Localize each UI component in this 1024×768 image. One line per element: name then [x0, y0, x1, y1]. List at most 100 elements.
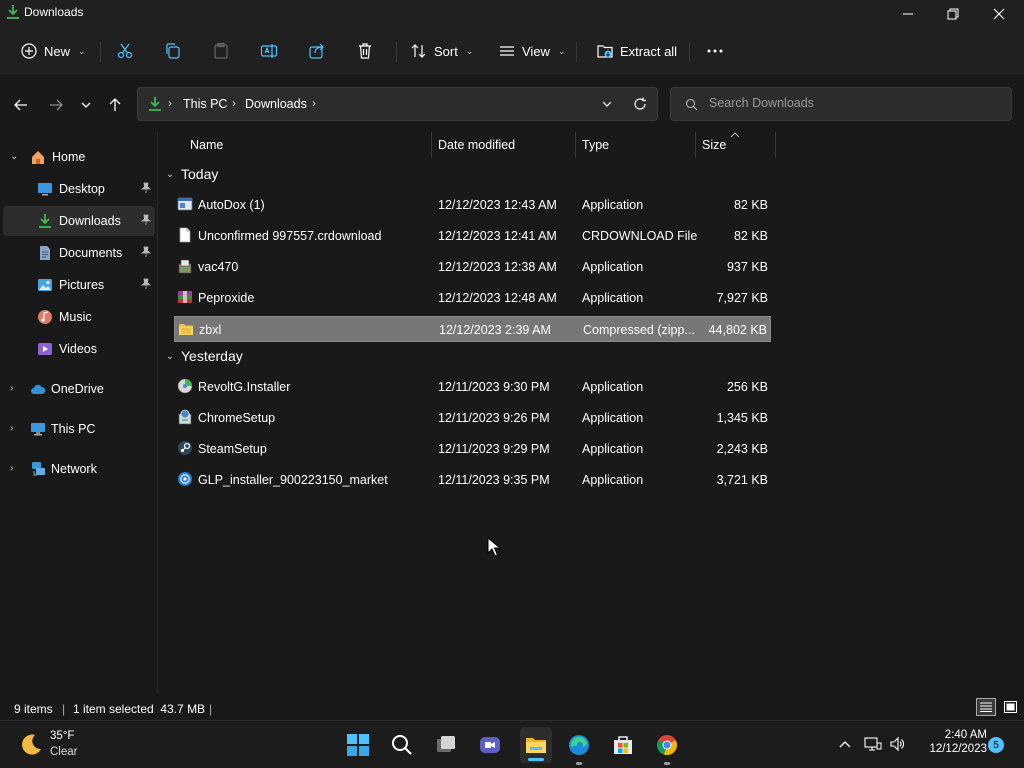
details-view-button[interactable] [976, 698, 996, 716]
minimize-icon [903, 13, 913, 15]
close-icon [993, 8, 1005, 20]
file-date: 12/11/2023 9:26 PM [438, 411, 550, 425]
running-indicator [576, 762, 582, 765]
file-size: 82 KB [733, 198, 768, 212]
app-window-icon [177, 197, 193, 211]
column-header-name[interactable]: Name [190, 138, 223, 164]
paste-button[interactable] [206, 36, 236, 66]
address-bar[interactable]: › This PC › Downloads › [137, 87, 658, 121]
sidebar-item-this-pc[interactable]: › This PC [0, 414, 156, 444]
chevron-down-icon[interactable]: ⌄ [10, 151, 18, 162]
sidebar-item-label: Network [51, 462, 97, 476]
chevron-down-icon[interactable] [601, 98, 613, 110]
breadcrumb-downloads[interactable]: Downloads [245, 97, 307, 111]
file-type: Application [582, 380, 644, 394]
sidebar-item-home[interactable]: ⌄ Home [0, 142, 156, 172]
notification-badge[interactable]: 5 [988, 737, 1004, 753]
chevron-right-icon[interactable]: › [10, 423, 13, 434]
file-row[interactable]: RevoltG.Installer 12/11/2023 9:30 PM App… [174, 374, 771, 400]
file-row[interactable]: GLP_installer_900223150_market 12/11/202… [174, 467, 771, 493]
navigation-row: › This PC › Downloads › [0, 74, 1024, 132]
windows-logo-icon [347, 734, 369, 756]
column-header-size[interactable]: Size [702, 138, 726, 164]
start-button[interactable] [344, 731, 372, 759]
edge-button[interactable] [565, 731, 593, 765]
item-count: 9 items [14, 702, 53, 716]
sidebar-item-desktop[interactable]: Desktop [0, 174, 156, 204]
view-button[interactable]: View ⌄ [492, 36, 572, 66]
file-row-selected[interactable]: zbxl 12/12/2023 2:39 AM Compressed (zipp… [174, 316, 771, 342]
sidebar-item-music[interactable]: Music [0, 302, 156, 332]
task-view-button[interactable] [432, 731, 460, 759]
sidebar-item-label: OneDrive [51, 382, 104, 396]
column-divider[interactable] [575, 132, 576, 158]
steam-icon [178, 441, 192, 455]
file-row[interactable]: Unconfirmed 997557.crdownload 12/12/2023… [174, 223, 771, 249]
file-row[interactable]: AutoDox (1) 12/12/2023 12:43 AM Applicat… [174, 192, 771, 218]
column-header-date[interactable]: Date modified [438, 138, 515, 164]
file-row[interactable]: vac470 12/12/2023 12:38 AM Application 9… [174, 254, 771, 280]
column-header-type[interactable]: Type [582, 138, 609, 164]
chevron-right-icon[interactable]: › [10, 463, 13, 474]
volume-icon[interactable] [889, 736, 905, 752]
sidebar-item-onedrive[interactable]: › OneDrive [0, 374, 156, 404]
column-divider[interactable] [695, 132, 696, 158]
pin-icon [140, 214, 152, 225]
group-header-today[interactable]: ⌄ Today [159, 166, 219, 182]
store-button[interactable] [609, 731, 637, 759]
clock[interactable]: 2:40 AM 12/12/2023 [915, 727, 987, 763]
search-input[interactable] [709, 96, 999, 110]
sidebar-item-network[interactable]: › Network [0, 454, 156, 484]
plus-circle-icon [21, 43, 37, 59]
file-row[interactable]: Peproxide 12/12/2023 12:48 AM Applicatio… [174, 285, 771, 311]
file-type: Application [582, 291, 644, 305]
status-bar: 9 items | 1 item selected 43.7 MB | [0, 694, 1024, 720]
minimize-button[interactable] [885, 0, 931, 28]
restore-icon [947, 8, 959, 20]
search-box[interactable] [670, 87, 1012, 121]
extract-all-button[interactable]: Extract all [590, 36, 683, 66]
share-button[interactable] [302, 36, 332, 66]
file-row[interactable]: SteamSetup 12/11/2023 9:29 PM Applicatio… [174, 436, 771, 462]
edge-icon [569, 735, 589, 755]
videos-icon [38, 343, 52, 355]
delete-button[interactable] [350, 36, 380, 66]
network-status-icon[interactable] [864, 736, 882, 752]
recent-locations-button[interactable] [74, 94, 98, 116]
divider [396, 42, 397, 62]
tiles-view-button[interactable] [1000, 698, 1020, 716]
breadcrumb-this-pc[interactable]: This PC [183, 97, 227, 111]
chat-button[interactable] [476, 731, 504, 759]
group-header-yesterday[interactable]: ⌄ Yesterday [159, 348, 243, 364]
close-button[interactable] [976, 0, 1022, 28]
sidebar-item-downloads[interactable]: Downloads [3, 206, 155, 236]
desktop-icon [38, 183, 52, 196]
file-row[interactable]: ChromeSetup 12/11/2023 9:26 PM Applicati… [174, 405, 771, 431]
refresh-icon[interactable] [633, 97, 647, 111]
column-divider[interactable] [431, 132, 432, 158]
sort-button[interactable]: Sort ⌄ [404, 36, 479, 66]
rename-button[interactable] [254, 36, 284, 66]
column-divider[interactable] [775, 132, 776, 158]
sidebar-item-documents[interactable]: Documents [0, 238, 156, 268]
setup-icon [178, 409, 192, 425]
back-button[interactable] [9, 94, 33, 116]
forward-button[interactable] [44, 94, 68, 116]
chevron-up-icon[interactable] [838, 739, 852, 749]
new-button[interactable]: New ⌄ [14, 36, 92, 66]
search-taskbar-button[interactable] [388, 731, 416, 759]
more-options-button[interactable] [700, 36, 730, 66]
chrome-button[interactable] [653, 731, 681, 765]
weather-widget[interactable]: 35°F Clear [14, 727, 134, 763]
up-button[interactable] [103, 94, 127, 116]
cut-button[interactable] [110, 36, 140, 66]
trash-icon [359, 43, 371, 59]
file-explorer-taskbar-button[interactable] [520, 727, 552, 763]
restore-button[interactable] [930, 0, 976, 28]
scissors-icon [117, 43, 133, 59]
chevron-down-icon: ⌄ [465, 45, 474, 56]
sidebar-item-videos[interactable]: Videos [0, 334, 156, 364]
sidebar-item-pictures[interactable]: Pictures [0, 270, 156, 300]
copy-button[interactable] [158, 36, 188, 66]
chevron-right-icon[interactable]: › [10, 383, 13, 394]
